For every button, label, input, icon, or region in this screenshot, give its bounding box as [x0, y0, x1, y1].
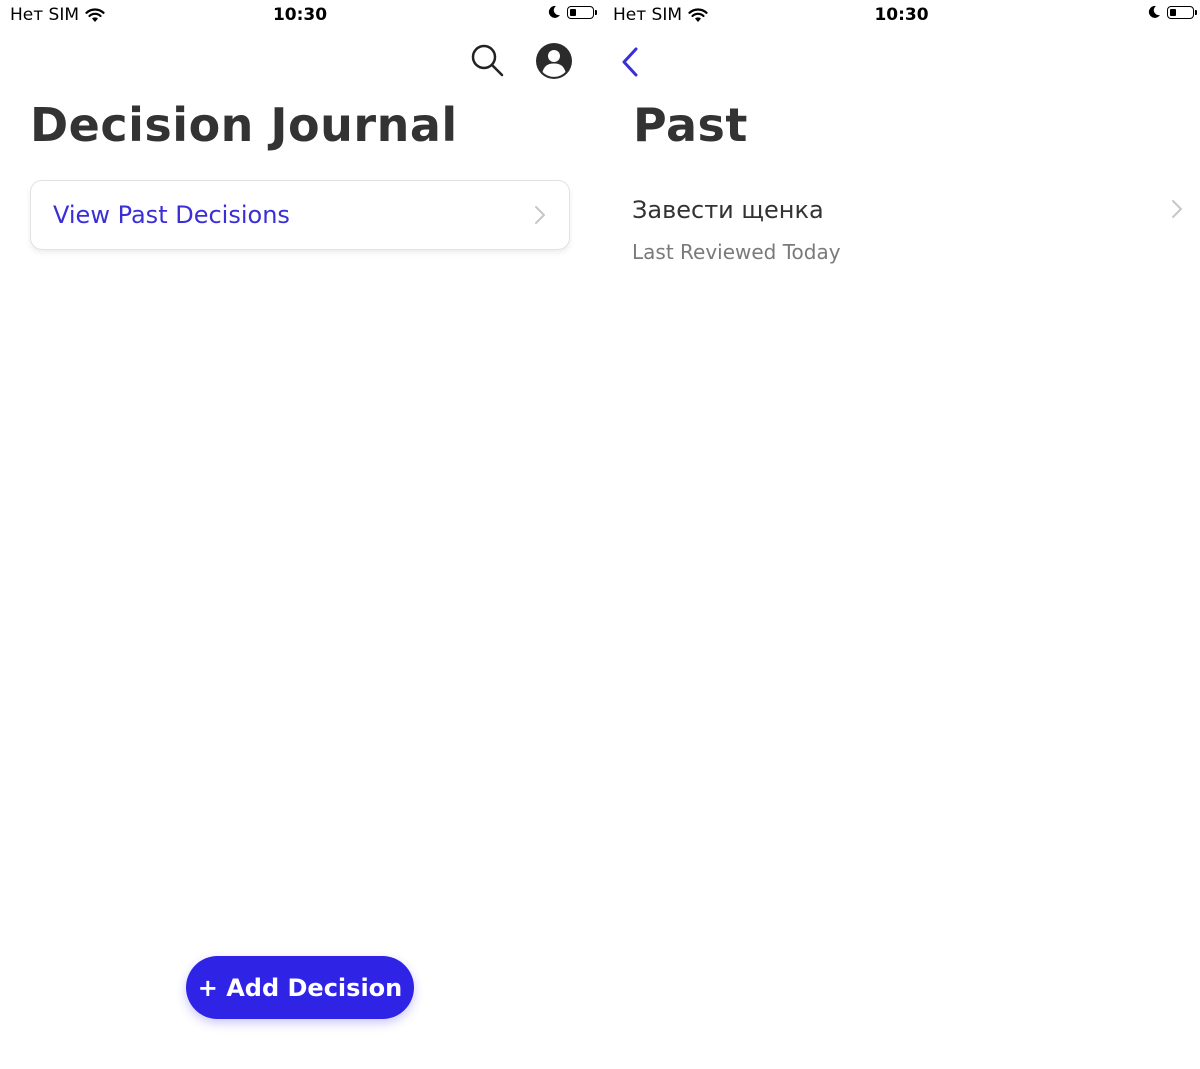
- chevron-right-icon: [535, 206, 545, 224]
- add-decision-button[interactable]: + Add Decision: [186, 956, 414, 1019]
- search-button[interactable]: [468, 42, 506, 80]
- status-right-group: [547, 5, 597, 19]
- page-title: Past: [633, 98, 748, 152]
- user-circle-icon: [536, 43, 572, 79]
- page-title: Decision Journal: [30, 98, 458, 152]
- battery-icon: [567, 5, 597, 19]
- home-screen: Нет SIM 10:30 Decision Journal View Past…: [0, 0, 600, 1069]
- view-past-decisions-label: View Past Decisions: [53, 201, 290, 229]
- decision-reviewed-status: Last Reviewed Today: [632, 240, 841, 264]
- chevron-right-icon: [1172, 200, 1182, 218]
- back-button[interactable]: [619, 45, 643, 79]
- moon-icon: [1148, 5, 1160, 18]
- chevron-left-icon: [622, 47, 638, 77]
- past-screen: Нет SIM 10:30 Past Завести щенка Last Re…: [603, 0, 1200, 1069]
- battery-level: [1170, 8, 1176, 16]
- decision-list-item[interactable]: Завести щенка Last Reviewed Today: [603, 185, 1200, 275]
- status-right-group: [1147, 5, 1197, 19]
- moon-icon: [548, 5, 560, 18]
- decision-title: Завести щенка: [632, 196, 824, 224]
- view-past-decisions-card[interactable]: View Past Decisions: [30, 180, 570, 250]
- battery-icon: [1167, 5, 1197, 19]
- search-icon: [471, 44, 504, 77]
- status-time: 10:30: [874, 5, 929, 25]
- status-bar: Нет SIM 10:30: [603, 0, 1200, 30]
- profile-button[interactable]: [535, 42, 573, 80]
- status-time: 10:30: [272, 5, 328, 25]
- battery-level: [570, 8, 576, 16]
- status-bar: Нет SIM 10:30: [0, 0, 600, 30]
